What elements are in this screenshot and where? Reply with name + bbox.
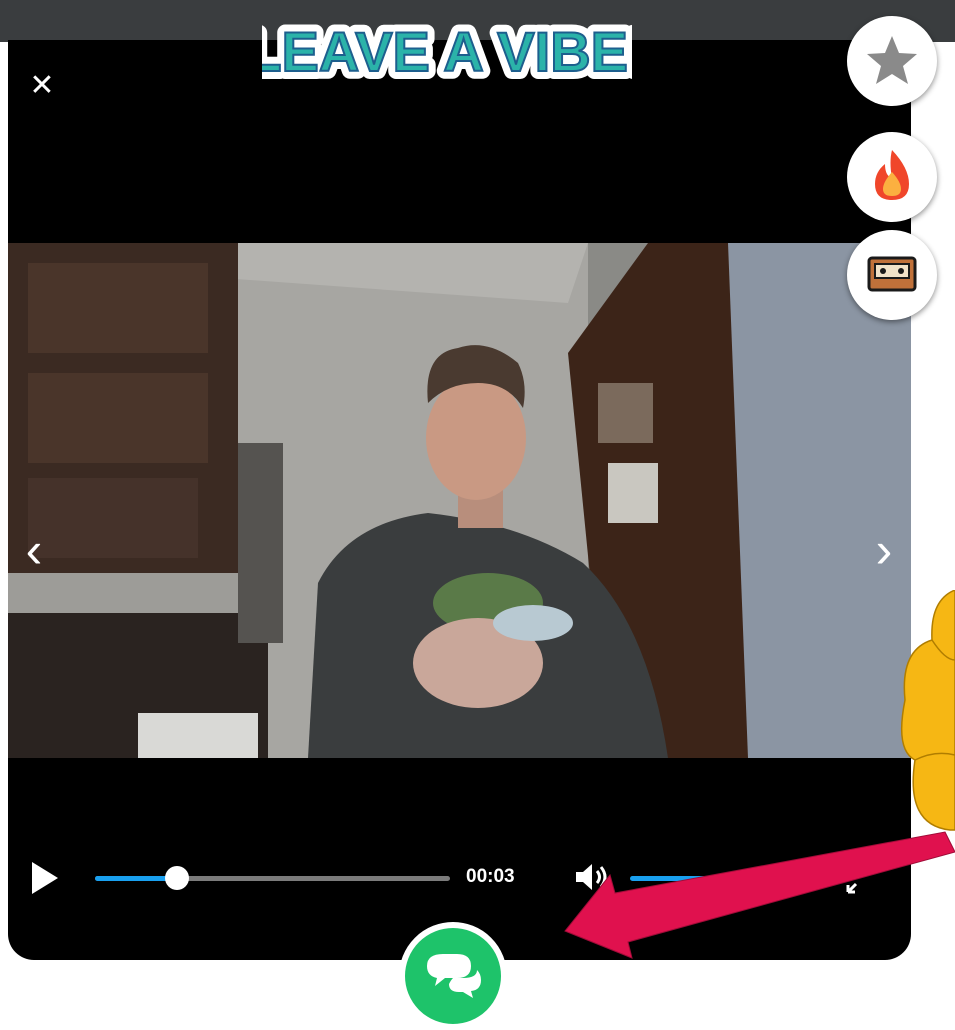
- play-button[interactable]: [32, 862, 58, 894]
- svg-text:LEAVE A VIBE!: LEAVE A VIBE!: [262, 20, 632, 83]
- video-frame[interactable]: [8, 243, 911, 758]
- fire-icon: [875, 150, 909, 200]
- annotation-arrow: [540, 780, 955, 980]
- chat-bubbles-icon: [427, 954, 481, 998]
- cassette-reaction-button[interactable]: [847, 230, 937, 320]
- cassette-tape-icon: [867, 256, 917, 292]
- close-button[interactable]: ✕: [28, 71, 56, 101]
- time-display: 00:03: [466, 866, 515, 887]
- seek-bar[interactable]: [95, 866, 450, 890]
- leave-a-vibe-title: LEAVE A VIBE! LEAVE A VIBE!: [239, 3, 654, 101]
- fire-reaction-button[interactable]: [847, 132, 937, 222]
- next-video-button[interactable]: ›: [864, 520, 904, 580]
- seek-handle[interactable]: [164, 866, 189, 890]
- favorite-star-button[interactable]: [847, 16, 937, 106]
- comment-button[interactable]: [399, 922, 507, 1030]
- previous-video-button[interactable]: ‹: [14, 520, 54, 580]
- star-icon: [867, 36, 917, 84]
- video-scene-image: [8, 243, 911, 758]
